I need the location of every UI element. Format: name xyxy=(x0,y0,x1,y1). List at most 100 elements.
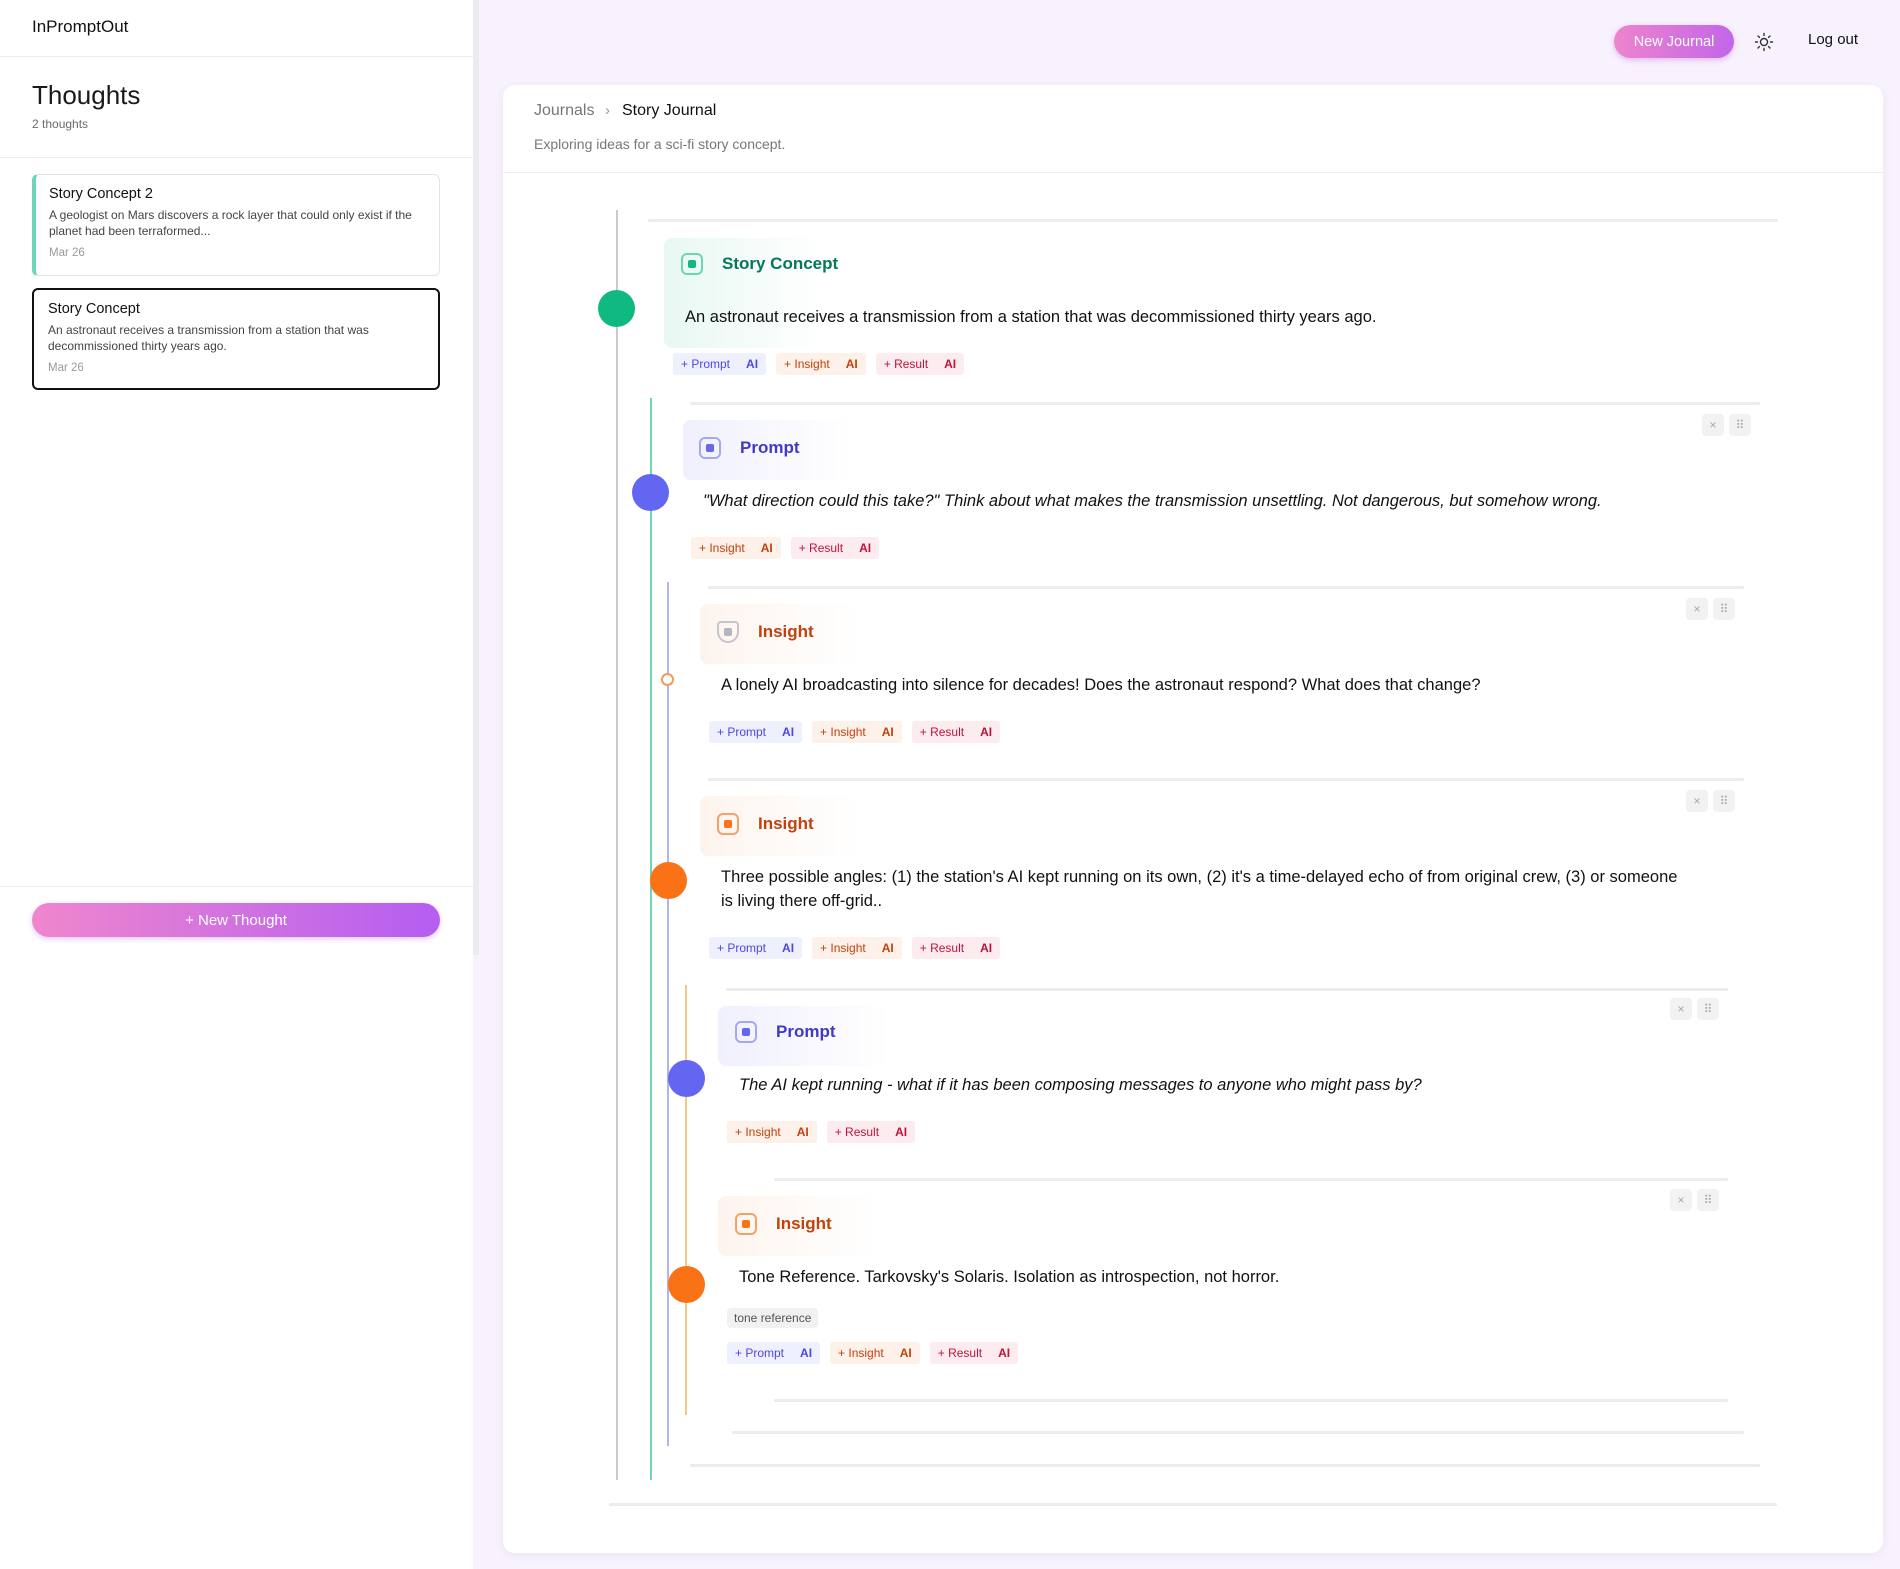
node-controls: × ⠿ xyxy=(1702,414,1751,436)
close-icon[interactable]: × xyxy=(1670,998,1692,1020)
tag-label: + Result xyxy=(937,1346,983,1360)
ai-badge: AI xyxy=(845,357,858,371)
node-text[interactable]: The AI kept running - what if it has bee… xyxy=(739,1073,1422,1097)
add-prompt-button[interactable]: + Prompt AI xyxy=(727,1342,821,1364)
node-type: Insight xyxy=(758,814,814,833)
thought-card-title: Story Concept 2 xyxy=(49,186,153,202)
add-insight-button[interactable]: + Insight AI xyxy=(691,537,781,559)
node-border xyxy=(708,586,1744,589)
node-border xyxy=(708,778,1744,781)
tag-label: + Result xyxy=(798,541,844,555)
ai-badge: AI xyxy=(782,725,795,739)
add-tags: + Prompt AI + Insight AI + Result AI xyxy=(709,721,1001,743)
new-journal-button[interactable]: New Journal xyxy=(1614,25,1734,58)
node-dot-insight xyxy=(650,862,687,899)
tag-label: + Insight xyxy=(784,357,830,371)
add-prompt-button[interactable]: + Prompt AI xyxy=(709,721,803,743)
add-result-button[interactable]: + Result AI xyxy=(790,537,880,559)
tag-label: + Result xyxy=(883,357,929,371)
add-tags: + Insight AI + Result AI xyxy=(727,1121,916,1143)
node-dot-story xyxy=(598,290,635,327)
add-insight-button[interactable]: + Insight AI xyxy=(727,1121,817,1143)
node-type: Insight xyxy=(776,1214,832,1233)
close-icon[interactable]: × xyxy=(1670,1189,1692,1211)
tag-label: + Insight xyxy=(699,541,745,555)
node-type: Prompt xyxy=(776,1022,836,1041)
thought-count: 2 thoughts xyxy=(32,117,89,131)
add-result-button[interactable]: + Result AI xyxy=(826,1121,916,1143)
add-result-button[interactable]: + Result AI xyxy=(911,937,1001,959)
ai-badge: AI xyxy=(998,1346,1011,1360)
drag-handle-icon[interactable]: ⠿ xyxy=(1729,414,1751,436)
drag-handle-icon[interactable]: ⠿ xyxy=(1697,1189,1719,1211)
node-border xyxy=(774,1399,1728,1402)
robot-icon xyxy=(699,437,721,459)
add-insight-button[interactable]: + Insight AI xyxy=(830,1342,920,1364)
add-tags: + Insight AI + Result AI xyxy=(691,537,880,559)
node-text[interactable]: "What direction could this take?" Think … xyxy=(703,489,1602,513)
node-dot-prompt xyxy=(668,1060,705,1097)
close-icon[interactable]: × xyxy=(1702,414,1724,436)
add-insight-button[interactable]: + Insight AI xyxy=(812,937,902,959)
tag-label: + Insight xyxy=(820,941,866,955)
drag-handle-icon[interactable]: ⠿ xyxy=(1713,598,1735,620)
node-controls: × ⠿ xyxy=(1686,790,1735,812)
add-tags: + Prompt AI + Insight AI + Result AI xyxy=(727,1342,1019,1364)
add-result-button[interactable]: + Result AI xyxy=(929,1342,1019,1364)
ai-badge: AI xyxy=(980,725,993,739)
add-tags: + Prompt AI + Insight AI + Result AI xyxy=(709,937,1001,959)
sun-icon[interactable] xyxy=(1754,32,1774,52)
thought-card-active[interactable]: Story Concept An astronaut receives a tr… xyxy=(32,288,440,390)
sidebar-title: Thoughts xyxy=(32,80,141,110)
robot-icon xyxy=(735,1213,757,1235)
node-header: Insight xyxy=(735,1213,832,1235)
app-brand[interactable]: InPromptOut xyxy=(32,17,128,37)
divider xyxy=(0,56,473,57)
tree-line xyxy=(650,398,652,1480)
node-dot-prompt xyxy=(632,474,669,511)
tag-label: + Prompt xyxy=(735,1346,785,1360)
add-insight-button[interactable]: + Insight AI xyxy=(776,353,866,375)
node-header: Story Concept xyxy=(681,253,838,275)
node-border xyxy=(774,1178,1728,1181)
node-border xyxy=(648,219,1778,222)
node-border xyxy=(690,402,1760,405)
tag-label: + Insight xyxy=(838,1346,884,1360)
add-insight-button[interactable]: + Insight AI xyxy=(812,721,902,743)
add-result-button[interactable]: + Result AI xyxy=(911,721,1001,743)
tag-label: + Result xyxy=(834,1125,880,1139)
drag-handle-icon[interactable]: ⠿ xyxy=(1697,998,1719,1020)
add-prompt-button[interactable]: + Prompt AI xyxy=(673,353,767,375)
node-text[interactable]: A lonely AI broadcasting into silence fo… xyxy=(721,673,1481,697)
node-text[interactable]: An astronaut receives a transmission fro… xyxy=(685,305,1376,329)
breadcrumb-journals[interactable]: Journals xyxy=(534,102,594,120)
node-text[interactable]: Tone Reference. Tarkovsky's Solaris. Iso… xyxy=(739,1265,1279,1289)
tag-label: + Insight xyxy=(735,1125,781,1139)
close-icon[interactable]: × xyxy=(1686,598,1708,620)
breadcrumb-current: Story Journal xyxy=(622,102,717,119)
ai-badge: AI xyxy=(895,1125,908,1139)
thought-card-desc: A geologist on Mars discovers a rock lay… xyxy=(49,208,412,238)
divider xyxy=(503,172,1883,173)
tag-label: + Result xyxy=(919,725,965,739)
thought-card-desc: An astronaut receives a transmission fro… xyxy=(48,323,369,353)
ai-badge: AI xyxy=(881,941,894,955)
close-icon[interactable]: × xyxy=(1686,790,1708,812)
robot-icon xyxy=(717,813,739,835)
ai-badge: AI xyxy=(859,541,872,555)
new-thought-button[interactable]: + New Thought xyxy=(32,903,440,937)
node-type: Insight xyxy=(758,622,814,641)
node-border xyxy=(732,1431,1744,1434)
node-label-chip[interactable]: tone reference xyxy=(727,1308,819,1328)
journal-subtitle: Exploring ideas for a sci-fi story conce… xyxy=(534,136,786,152)
add-prompt-button[interactable]: + Prompt AI xyxy=(709,937,803,959)
node-dot-insight-hollow xyxy=(661,673,674,686)
logout-link[interactable]: Log out xyxy=(1808,31,1858,48)
ai-badge: AI xyxy=(881,725,894,739)
add-result-button[interactable]: + Result AI xyxy=(875,353,965,375)
drag-handle-icon[interactable]: ⠿ xyxy=(1713,790,1735,812)
tree-line xyxy=(667,582,669,1446)
thought-card-date: Mar 26 xyxy=(48,362,84,374)
thought-card[interactable]: Story Concept 2 A geologist on Mars disc… xyxy=(32,174,440,276)
node-text[interactable]: Three possible angles: (1) the station's… xyxy=(721,865,1681,913)
